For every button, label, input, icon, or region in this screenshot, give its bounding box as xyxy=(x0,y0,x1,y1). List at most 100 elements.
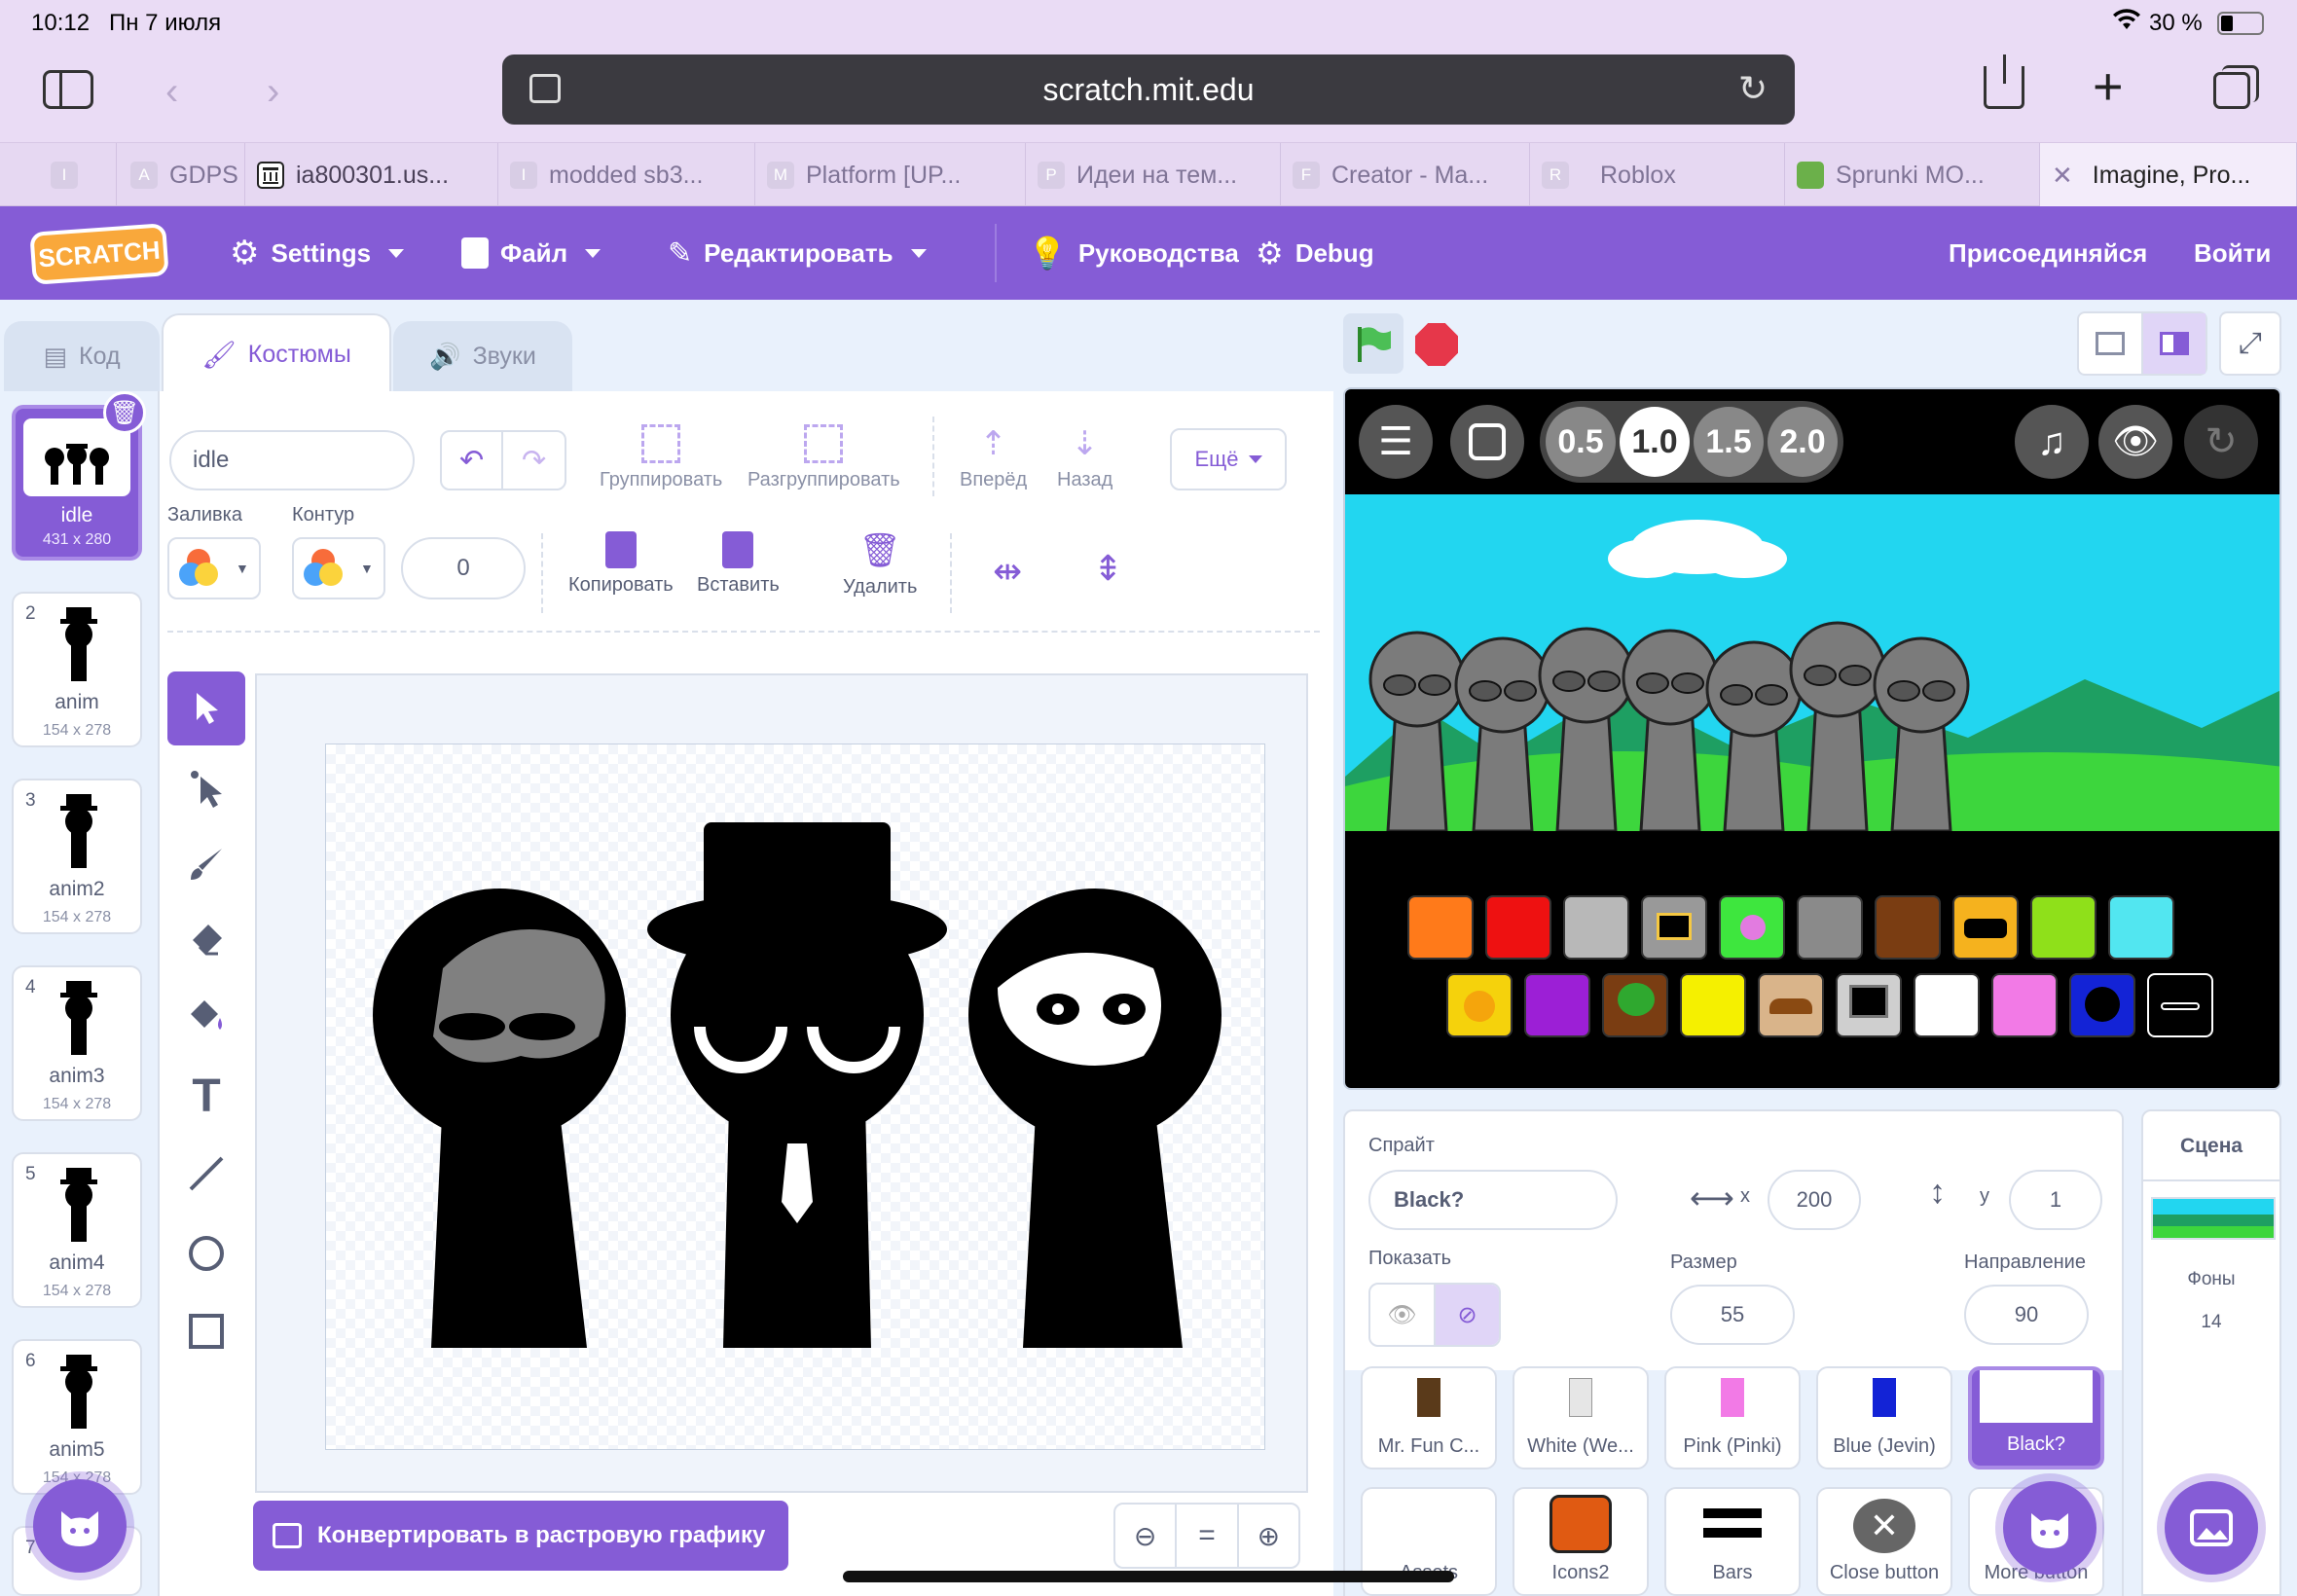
character-tile[interactable] xyxy=(1407,895,1474,960)
browser-tab[interactable]: R Roblox xyxy=(1530,143,1785,207)
character-tile[interactable] xyxy=(1797,895,1863,960)
rectangle-tool-icon[interactable] xyxy=(167,1294,245,1368)
character-tile[interactable] xyxy=(1524,973,1590,1037)
character-tile[interactable] xyxy=(1719,895,1785,960)
paint-canvas-area[interactable] xyxy=(255,673,1308,1493)
character-tile[interactable] xyxy=(2108,895,2174,960)
sprite-tile[interactable]: Mr. Fun C... xyxy=(1361,1366,1497,1469)
more-dropdown[interactable]: Ещё xyxy=(1170,428,1287,490)
character-tile[interactable] xyxy=(1641,895,1707,960)
browser-tab[interactable]: I xyxy=(39,143,117,207)
reload-icon[interactable]: ↻ xyxy=(1738,68,1768,109)
flip-vertical-icon[interactable]: ⇹ xyxy=(1088,553,1129,582)
zoom-out-icon[interactable]: ⊖ xyxy=(1115,1505,1178,1567)
small-stage-icon[interactable] xyxy=(2079,313,2143,374)
add-sprite-button[interactable] xyxy=(2003,1481,2096,1575)
character-icon[interactable] xyxy=(1450,405,1524,479)
outline-width-input[interactable]: 0 xyxy=(401,537,526,599)
edit-menu[interactable]: ✎ Редактировать xyxy=(668,206,927,300)
costume-name-input[interactable]: idle xyxy=(169,430,415,490)
costume-canvas[interactable] xyxy=(325,744,1265,1450)
browser-tab[interactable]: Imodded sb3... xyxy=(498,143,755,207)
file-menu[interactable]: Файл xyxy=(461,206,602,300)
close-tab-icon[interactable]: ✕ xyxy=(2052,161,2073,191)
character-tile[interactable] xyxy=(1563,895,1629,960)
sprite-name-input[interactable]: Black? xyxy=(1368,1170,1618,1230)
flip-horizontal-icon[interactable]: ⇹ xyxy=(993,551,1022,592)
share-icon[interactable] xyxy=(1984,54,2024,109)
convert-to-bitmap-button[interactable]: Конвертировать в растровую графику xyxy=(253,1501,788,1571)
ungroup-button[interactable]: Разгруппировать xyxy=(747,424,900,491)
costume-card[interactable]: 2 anim 154 x 278 xyxy=(12,592,142,747)
reset-icon[interactable]: ↻ xyxy=(2184,405,2258,479)
sidebar-toggle-icon[interactable] xyxy=(43,70,93,109)
redo-icon[interactable]: ↷ xyxy=(503,432,565,489)
add-backdrop-button[interactable] xyxy=(2165,1481,2258,1575)
tabs-overview-icon[interactable] xyxy=(2213,65,2259,109)
brush-tool-icon[interactable] xyxy=(167,827,245,901)
green-flag-button[interactable] xyxy=(1343,313,1404,374)
character-tile[interactable] xyxy=(2030,895,2096,960)
speed-option[interactable]: 2.0 xyxy=(1768,407,1838,477)
music-note-icon[interactable]: ♫ xyxy=(2015,405,2089,479)
browser-tab[interactable]: P Идеи на тем... xyxy=(1026,143,1281,207)
group-button[interactable]: Группировать xyxy=(600,424,722,491)
character-tile[interactable] xyxy=(1758,973,1824,1037)
backward-button[interactable]: ⇣ Назад xyxy=(1057,424,1112,491)
character-tile[interactable] xyxy=(1991,973,2058,1037)
forward-arrow-icon[interactable]: › xyxy=(267,70,279,114)
sprite-tile[interactable]: Blue (Jevin) xyxy=(1816,1366,1952,1469)
join-link[interactable]: Присоединяйся xyxy=(1949,206,2147,300)
sprite-tile[interactable]: Icons2 xyxy=(1513,1487,1649,1596)
character-tile[interactable] xyxy=(1914,973,1980,1037)
sprite-tile[interactable]: Bars xyxy=(1664,1487,1801,1596)
forward-button[interactable]: ⇡ Вперёд xyxy=(960,424,1027,491)
tab-code[interactable]: ▤ Код xyxy=(4,321,160,391)
delete-costume-icon[interactable]: 🗑 xyxy=(103,391,146,434)
line-tool-icon[interactable] xyxy=(167,1137,245,1211)
address-bar[interactable]: scratch.mit.edu ↻ xyxy=(502,54,1795,125)
eraser-tool-icon[interactable] xyxy=(167,903,245,977)
sprite-tile-selected[interactable]: Black? xyxy=(1968,1366,2104,1469)
costume-card[interactable]: 4 anim3 154 x 278 xyxy=(12,965,142,1121)
circle-tool-icon[interactable] xyxy=(167,1216,245,1290)
fullscreen-icon[interactable]: ⤢ xyxy=(2219,311,2281,376)
add-costume-button[interactable] xyxy=(33,1479,127,1573)
browser-tab-active[interactable]: ✕ Imagine, Pro... xyxy=(2040,143,2297,207)
fill-color-picker[interactable]: ▼ xyxy=(167,537,261,599)
text-tool-icon[interactable]: T xyxy=(167,1059,245,1133)
sprite-tile[interactable]: Pink (Pinki) xyxy=(1664,1366,1801,1469)
speed-option-selected[interactable]: 1.0 xyxy=(1620,407,1690,477)
delete-button[interactable]: 🗑 Удалить xyxy=(843,531,917,598)
reshape-tool-icon[interactable] xyxy=(167,751,245,825)
character-tile[interactable] xyxy=(1680,973,1746,1037)
character-tile[interactable] xyxy=(1952,895,2019,960)
speed-option[interactable]: 0.5 xyxy=(1546,407,1616,477)
copy-button[interactable]: Копировать xyxy=(568,531,674,597)
costume-card[interactable]: 6 anim5 154 x 278 xyxy=(12,1339,142,1495)
large-stage-icon[interactable] xyxy=(2143,313,2206,374)
signin-link[interactable]: Войти xyxy=(2194,206,2271,300)
y-input[interactable]: 1 xyxy=(2009,1170,2102,1230)
scratch-logo[interactable]: SCRATCH xyxy=(29,223,169,285)
character-tile[interactable] xyxy=(2147,973,2213,1037)
hide-eye-icon[interactable]: ⊘ xyxy=(1436,1285,1499,1345)
browser-tab[interactable]: ia800301.us... xyxy=(245,143,498,207)
paste-button[interactable]: Вставить xyxy=(697,531,780,597)
zoom-in-icon[interactable]: ⊕ xyxy=(1239,1505,1298,1567)
character-tile[interactable] xyxy=(1602,973,1668,1037)
size-input[interactable]: 55 xyxy=(1670,1285,1795,1345)
settings-menu[interactable]: ⚙ Settings xyxy=(230,206,405,300)
tab-sounds[interactable]: 🔊 Звуки xyxy=(393,321,572,391)
tutorials-menu[interactable]: 💡 Руководства xyxy=(1028,206,1239,300)
tab-costumes[interactable]: 🖌 Костюмы xyxy=(162,313,391,393)
show-eye-icon[interactable]: 👁 xyxy=(1370,1285,1436,1345)
character-tile[interactable] xyxy=(1875,895,1941,960)
sprite-tile[interactable]: White (We... xyxy=(1513,1366,1649,1469)
select-tool-icon[interactable] xyxy=(167,671,245,745)
fill-tool-icon[interactable] xyxy=(167,979,245,1053)
outline-color-picker[interactable]: ▼ xyxy=(292,537,385,599)
character-tile[interactable] xyxy=(1446,973,1513,1037)
undo-icon[interactable]: ↶ xyxy=(442,432,504,489)
speed-option[interactable]: 1.5 xyxy=(1694,407,1764,477)
